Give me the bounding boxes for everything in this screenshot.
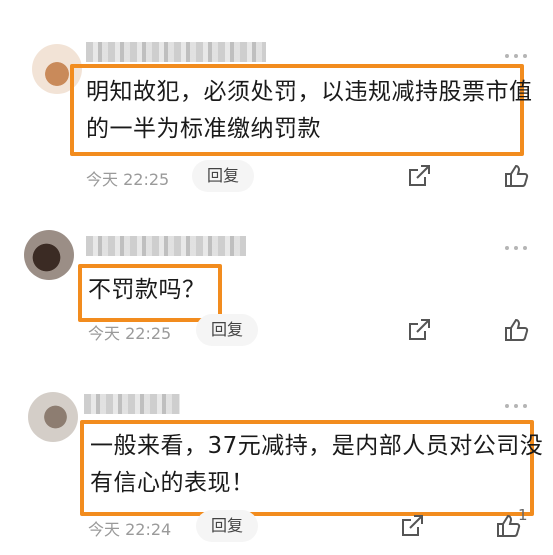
more-icon[interactable] [505,245,527,251]
like-count: 1 [518,506,528,524]
share-icon[interactable] [405,316,433,344]
thumbs-up-icon[interactable] [502,316,530,344]
comment-text-line: 明知故犯，必须处罚，以违规减持股票市值 [86,79,533,105]
reply-button[interactable]: 回复 [192,160,254,192]
comment-item-2: 不罚款吗？ 今天 22:25 回复 [0,200,553,350]
comment-text: 不罚款吗？ [88,272,206,309]
comment-text: 明知故犯，必须处罚，以违规减持股票市值 的一半为标准缴纳罚款 [86,74,533,148]
comment-text-line: 不罚款吗？ [88,277,206,303]
username-redacted[interactable] [84,394,180,414]
comment-text: 一般来看，37元减持，是内部人员对公司没 有信心的表现！ [90,428,543,502]
username-redacted[interactable] [86,236,246,256]
avatar[interactable] [28,392,78,442]
timestamp: 今天 22:25 [88,324,172,343]
comment-item-3: 一般来看，37元减持，是内部人员对公司没 有信心的表现！ 今天 22:24 回复… [0,350,553,555]
comment-item-1: 明知故犯，必须处罚，以违规减持股票市值 的一半为标准缴纳罚款 今天 22:25 … [0,0,553,200]
comment-text-line: 有信心的表现！ [90,470,255,496]
comment-text-line: 一般来看，37元减持，是内部人员对公司没 [90,433,544,459]
thumbs-up-icon[interactable] [502,162,530,190]
more-icon[interactable] [505,53,527,59]
timestamp: 今天 22:24 [88,520,172,539]
share-icon[interactable] [398,512,426,540]
share-icon[interactable] [405,162,433,190]
comment-text-line: 的一半为标准缴纳罚款 [86,116,321,142]
reply-button[interactable]: 回复 [196,510,258,542]
username-redacted[interactable] [86,42,266,62]
timestamp: 今天 22:25 [86,170,170,189]
avatar[interactable] [24,230,74,280]
more-icon[interactable] [505,403,527,409]
reply-button[interactable]: 回复 [196,314,258,346]
